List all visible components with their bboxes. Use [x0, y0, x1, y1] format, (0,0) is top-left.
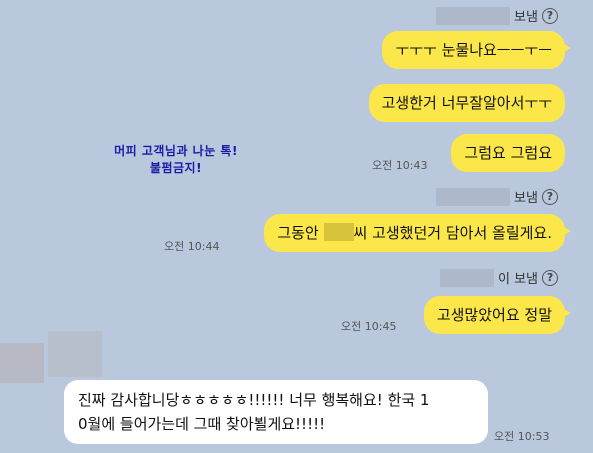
blurred-sender-name	[48, 331, 102, 377]
sender-label: 보냄	[514, 191, 538, 206]
reply-bubble[interactable]: 진짜 감사합니당ㅎㅎㅎㅎㅎ!!!!!! 너무 행복해요! 한국 1 0월에 들어…	[64, 380, 488, 444]
sender-header: 이 보냄 ?	[440, 268, 559, 287]
blurred-sender-name	[436, 6, 510, 25]
message-time: 오전 10:45	[341, 320, 397, 333]
reply-text-line: 진짜 감사합니당ㅎㅎㅎㅎㅎ!!!!!! 너무 행복해요! 한국 1	[78, 391, 430, 409]
message-text: ㅜㅜㅜ 눈물나요ㅡㅡㅜㅡ	[395, 41, 552, 59]
blurred-sender-name	[436, 187, 510, 206]
message-text: 그럼요 그럼요	[464, 144, 552, 162]
watermark-line: 불펌금지!	[149, 161, 203, 175]
help-icon[interactable]: ?	[541, 188, 558, 205]
sender-header: 보냄 ?	[436, 6, 558, 25]
redacted-name	[323, 223, 354, 241]
reply-text-line: 0월에 들어가는데 그때 찾아뵐게요!!!!!	[78, 415, 326, 433]
message-bubble[interactable]: 고생한거 너무잘알아서ㅜㅜ	[368, 84, 565, 122]
message-text: 고생한거 너무잘알아서ㅜㅜ	[381, 94, 552, 112]
avatar[interactable]	[0, 343, 44, 383]
help-icon[interactable]: ?	[542, 269, 559, 286]
message-time: 오전 10:44	[164, 240, 220, 253]
sender-label: 이 보냄	[498, 272, 539, 287]
watermark: 머피 고객님과 나눈 톡! 불펌금지!	[84, 143, 268, 177]
message-text: 고생많았어요 정말	[436, 306, 552, 324]
help-icon[interactable]: ?	[541, 7, 558, 24]
message-text-start: 그동안	[277, 224, 319, 242]
sender-header: 보냄 ?	[436, 187, 558, 206]
watermark-line: 머피 고객님과 나눈 톡!	[114, 144, 238, 158]
message-text-end: 씨 고생했던거 담아서 올릴게요.	[353, 224, 552, 242]
message-bubble[interactable]: 그럼요 그럼요	[451, 134, 565, 172]
sender-label: 보냄	[514, 10, 538, 25]
message-bubble[interactable]: 고생많았어요 정말	[423, 296, 572, 334]
message-time: 오전 10:43	[372, 159, 428, 172]
message-bubble[interactable]: 그동안 씨 고생했던거 담아서 올릴게요.	[264, 214, 571, 252]
message-time: 오전 10:53	[494, 430, 550, 443]
blurred-sender-name	[440, 268, 494, 287]
message-bubble[interactable]: ㅜㅜㅜ 눈물나요ㅡㅡㅜㅡ	[382, 31, 571, 69]
